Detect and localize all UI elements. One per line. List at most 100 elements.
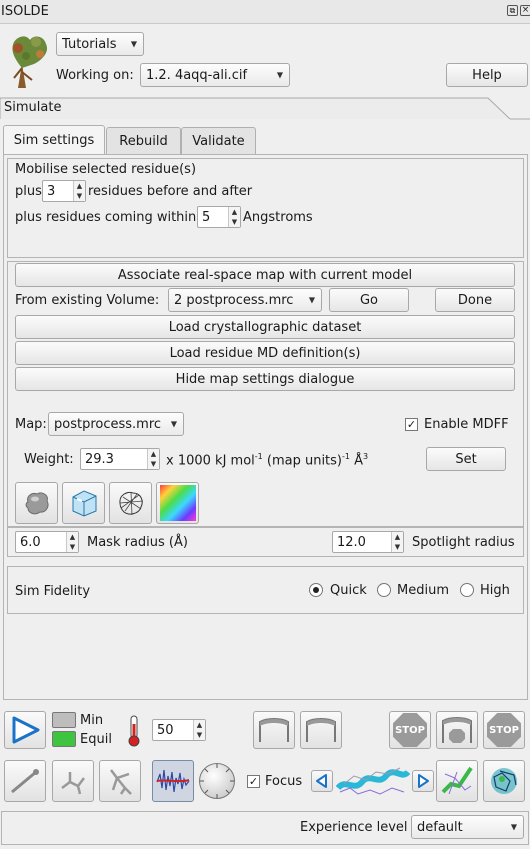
tug-atom-icon	[11, 769, 39, 794]
surface-icon	[25, 492, 49, 515]
structure-preview	[335, 762, 411, 800]
mesh-icon	[118, 491, 143, 516]
volume-value: 2 postprocess.mrc	[174, 292, 294, 308]
float-icon[interactable]: ⧉	[507, 5, 518, 16]
stop-discard-button[interactable]: STOP	[483, 711, 525, 749]
associate-map-button[interactable]: Associate real-space map with current mo…	[15, 263, 515, 287]
weight-units-part: Å	[350, 453, 364, 469]
chevron-down-icon: ▼	[130, 39, 137, 49]
dial-icon	[200, 764, 234, 798]
fidelity-quick-radio[interactable]	[309, 583, 323, 597]
help-button[interactable]: Help	[446, 63, 528, 87]
tutorials-dropdown[interactable]: Tutorials ▼	[56, 32, 144, 56]
tug-residue-button[interactable]	[52, 760, 94, 802]
fidelity-medium-radio[interactable]	[377, 583, 391, 597]
helix-structure-icon	[335, 767, 411, 795]
go-button[interactable]: Go	[329, 288, 409, 312]
spin-arrows[interactable]: ▲ ▼	[73, 181, 85, 201]
start-simulation-button[interactable]	[4, 711, 46, 749]
tab-sim-settings[interactable]: Sim settings	[3, 125, 105, 155]
residues-suffix: residues before and after	[88, 184, 253, 199]
within-spinbox[interactable]: 5 ▲ ▼	[197, 206, 241, 228]
title-bar: ISOLDE ⧉ ×	[0, 0, 530, 24]
go-label: Go	[359, 292, 379, 308]
load-crystal-label: Load crystallographic dataset	[168, 319, 362, 335]
spotlight-radius-value: 12.0	[337, 534, 366, 550]
mesh-style-button[interactable]	[109, 482, 152, 524]
thermometer-icon	[124, 714, 144, 748]
tug-selection-icon	[110, 769, 132, 795]
fidelity-high-label: High	[480, 583, 510, 598]
surface-style-button[interactable]	[15, 482, 58, 524]
experience-level-value: default	[417, 819, 463, 835]
focus-label: Focus	[265, 774, 303, 789]
transparent-style-button[interactable]	[62, 482, 105, 524]
stop-revert-checkpoint-button[interactable]	[436, 711, 478, 749]
volume-select[interactable]: 2 postprocess.mrc ▼	[168, 288, 322, 312]
weight-spinbox[interactable]: 29.3 ▲ ▼	[80, 448, 160, 470]
map-value: postprocess.mrc	[54, 416, 162, 432]
hide-map-settings-button[interactable]: Hide map settings dialogue	[15, 367, 515, 391]
spin-arrows[interactable]: ▲ ▼	[228, 207, 240, 227]
enable-mdff-checkbox[interactable]: ✓	[405, 418, 418, 431]
weight-label: Weight:	[24, 452, 74, 467]
within-label: plus residues coming within	[15, 210, 197, 225]
experience-level-select[interactable]: default ▼	[411, 815, 524, 839]
set-weight-button[interactable]: Set	[426, 447, 506, 471]
checkpoint-revert-button[interactable]	[300, 711, 342, 749]
tug-atom-button[interactable]	[4, 760, 46, 802]
spin-arrows[interactable]: ▲ ▼	[193, 720, 205, 740]
model-select[interactable]: 1.2. 4aqq-ali.cif ▼	[140, 63, 290, 87]
spin-arrows[interactable]: ▲ ▼	[391, 532, 403, 552]
plus-label: plus	[15, 184, 42, 199]
min-toggle[interactable]	[52, 712, 76, 728]
weight-units-sup: 3	[363, 452, 369, 461]
show-selection-button[interactable]	[436, 760, 478, 802]
color-style-button[interactable]	[156, 482, 199, 524]
sim-fidelity-label: Sim Fidelity	[15, 584, 91, 599]
fidelity-quick-label: Quick	[330, 583, 367, 598]
isolde-logo	[4, 28, 52, 92]
map-select[interactable]: postprocess.mrc ▼	[48, 412, 184, 436]
load-crystallographic-button[interactable]: Load crystallographic dataset	[15, 315, 515, 339]
map-noise-button[interactable]	[152, 760, 194, 802]
close-icon[interactable]: ×	[520, 5, 530, 16]
simulate-section-header[interactable]: Simulate	[0, 96, 530, 120]
tutorials-label: Tutorials	[62, 36, 117, 52]
stop-icon: STOP	[393, 713, 427, 747]
tug-selection-button[interactable]	[99, 760, 141, 802]
spin-arrows[interactable]: ▲ ▼	[147, 449, 159, 469]
residues-spinbox[interactable]: 3 ▲ ▼	[42, 180, 86, 202]
weight-units-sup: -1	[254, 452, 263, 461]
tab-rebuild[interactable]: Rebuild	[106, 127, 181, 154]
section-title: Simulate	[4, 100, 62, 115]
checkered-flag-icon	[259, 718, 289, 742]
done-button[interactable]: Done	[435, 288, 515, 312]
load-residue-md-button[interactable]: Load residue MD definition(s)	[15, 341, 515, 365]
weight-units: x 1000 kJ mol-1 (map units)-1 Å3	[166, 452, 368, 468]
mask-radius-spinbox[interactable]: 6.0 ▲ ▼	[15, 531, 79, 553]
stop-keep-button[interactable]: STOP	[389, 711, 431, 749]
mask-radius-value: 6.0	[20, 534, 41, 550]
focus-checkbox[interactable]: ✓	[247, 775, 260, 788]
spotlight-radius-spinbox[interactable]: 12.0 ▲ ▼	[332, 531, 404, 553]
experience-level-label: Experience level	[300, 820, 408, 835]
map-label: Map:	[15, 417, 47, 432]
spotlight-radius-label: Spotlight radius	[412, 535, 515, 550]
step-forward-button[interactable]	[412, 770, 434, 792]
color-gradient-icon	[159, 485, 196, 521]
equil-toggle[interactable]	[52, 731, 76, 747]
play-icon	[12, 716, 40, 744]
fidelity-high-radio[interactable]	[460, 583, 474, 597]
temperature-spinbox[interactable]: 50 ▲ ▼	[152, 719, 206, 741]
step-back-button[interactable]	[311, 770, 333, 792]
show-all-button[interactable]	[483, 760, 525, 802]
checkpoint-save-button[interactable]	[253, 711, 295, 749]
residues-value: 3	[47, 183, 56, 199]
load-residue-label: Load residue MD definition(s)	[169, 345, 361, 361]
tab-validate[interactable]: Validate	[181, 127, 256, 154]
spin-arrows[interactable]: ▲ ▼	[66, 532, 78, 552]
mask-radius-label: Mask radius (Å)	[87, 535, 188, 550]
fidelity-medium-label: Medium	[397, 583, 449, 598]
temperature-dial[interactable]	[199, 763, 235, 799]
